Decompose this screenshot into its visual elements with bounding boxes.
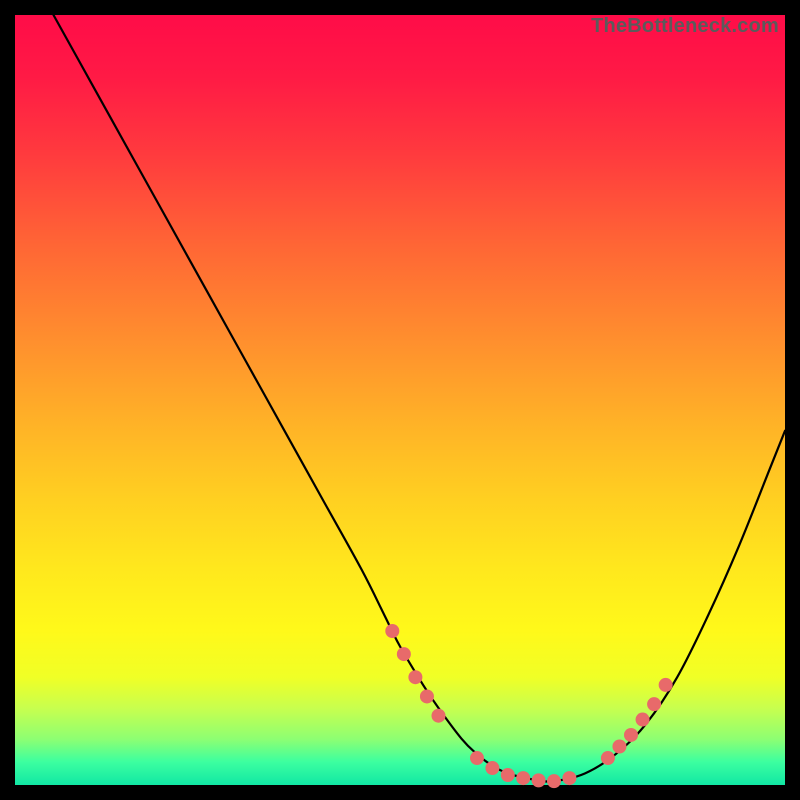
marker-point bbox=[516, 771, 530, 785]
plot-area: TheBottleneck.com bbox=[15, 15, 785, 785]
marker-point bbox=[532, 773, 546, 787]
marker-point bbox=[397, 647, 411, 661]
curve-line bbox=[54, 15, 786, 782]
marker-point bbox=[501, 768, 515, 782]
marker-point bbox=[562, 771, 576, 785]
marker-point bbox=[601, 751, 615, 765]
marker-point bbox=[624, 728, 638, 742]
chart-frame: TheBottleneck.com bbox=[0, 0, 800, 800]
marker-point bbox=[385, 624, 399, 638]
marker-point bbox=[636, 713, 650, 727]
marker-point bbox=[470, 751, 484, 765]
marker-point bbox=[485, 761, 499, 775]
marker-point bbox=[432, 709, 446, 723]
marker-point bbox=[408, 670, 422, 684]
marker-point bbox=[547, 774, 561, 788]
highlight-markers bbox=[385, 624, 672, 788]
marker-point bbox=[420, 689, 434, 703]
marker-point bbox=[647, 697, 661, 711]
marker-point bbox=[612, 740, 626, 754]
chart-svg bbox=[15, 15, 785, 785]
marker-point bbox=[659, 678, 673, 692]
